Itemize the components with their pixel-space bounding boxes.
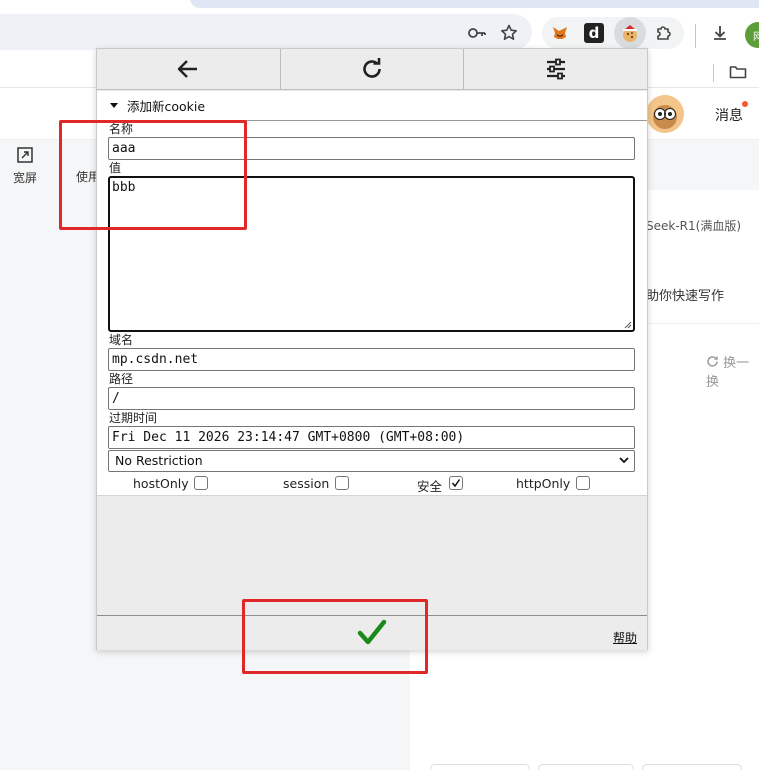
section-title: 添加新cookie xyxy=(127,99,206,114)
toolbar-divider xyxy=(695,24,696,48)
refresh-suggestions[interactable]: 换一换 xyxy=(706,352,759,390)
fullscreen-label: 宽屏 xyxy=(12,171,37,185)
annotation-box-name-value xyxy=(59,120,247,230)
help-link[interactable]: 帮助 xyxy=(613,629,637,646)
hostonly-checkbox[interactable] xyxy=(194,476,208,490)
cookie-editor-icon[interactable] xyxy=(614,17,646,49)
fullscreen-button[interactable]: 宽屏 xyxy=(12,146,38,186)
bookmark-star-icon[interactable] xyxy=(499,23,519,43)
chevron-down-icon xyxy=(619,457,629,464)
notification-dot xyxy=(742,101,748,107)
profile-avatar[interactable]: 网 xyxy=(745,22,759,48)
add-cookie-section-header[interactable]: 添加新cookie xyxy=(97,91,647,121)
extensions-puzzle-icon[interactable] xyxy=(652,21,676,45)
cookie-flags-row: hostOnly session 安全 httpOnly xyxy=(97,475,647,494)
popup-nav-bar xyxy=(97,49,647,90)
arrow-left-icon xyxy=(178,60,198,78)
refresh-small-icon xyxy=(707,356,718,367)
session-checkbox[interactable] xyxy=(335,476,349,490)
back-button[interactable] xyxy=(97,49,281,89)
bottom-chip[interactable] xyxy=(642,764,742,770)
side-divider xyxy=(646,323,759,324)
bookmarks-separator xyxy=(713,64,714,82)
collapse-triangle-icon xyxy=(110,103,118,108)
expand-icon xyxy=(17,147,33,163)
samesite-select[interactable]: No Restriction xyxy=(108,450,635,472)
messages-link[interactable]: 消息 xyxy=(715,105,743,125)
refresh-icon xyxy=(363,58,381,78)
d-extension-icon[interactable]: d xyxy=(584,23,604,43)
samesite-selected-value: No Restriction xyxy=(115,453,203,468)
side-panel-header xyxy=(646,140,759,190)
key-icon[interactable] xyxy=(467,23,487,43)
side-promo-subtitle[interactable]: 助你快速写作 xyxy=(646,285,724,304)
path-label: 路径 xyxy=(109,372,134,386)
hostonly-label: hostOnly xyxy=(133,476,189,491)
bottom-chip[interactable] xyxy=(538,764,634,770)
httponly-checkbox[interactable] xyxy=(576,476,590,490)
annotation-box-confirm xyxy=(242,599,428,674)
address-bar[interactable] xyxy=(0,14,532,50)
expiry-field[interactable]: Fri Dec 11 2026 23:14:47 GMT+0800 (GMT+0… xyxy=(108,426,635,449)
bottom-chip[interactable] xyxy=(430,764,530,770)
path-field[interactable]: / xyxy=(108,387,635,410)
reload-button[interactable] xyxy=(281,49,465,89)
domain-field[interactable]: mp.csdn.net xyxy=(108,348,635,371)
httponly-label: httpOnly xyxy=(516,476,571,491)
extensions-group: d xyxy=(542,17,684,49)
expiry-label: 过期时间 xyxy=(109,411,158,425)
metamask-fox-icon[interactable] xyxy=(548,21,572,45)
download-icon[interactable] xyxy=(710,23,730,43)
side-promo-title[interactable]: Seek-R1(满血版) xyxy=(646,217,741,234)
folder-icon[interactable] xyxy=(728,62,748,86)
sliders-icon xyxy=(546,58,565,80)
secure-checkbox[interactable] xyxy=(449,476,463,490)
domain-label: 域名 xyxy=(109,333,134,347)
user-avatar[interactable] xyxy=(646,95,684,133)
tab-strip xyxy=(190,0,759,8)
session-label: session xyxy=(283,476,330,491)
secure-label: 安全 xyxy=(417,479,443,494)
checkmark-icon xyxy=(451,479,461,488)
resize-grip-icon[interactable] xyxy=(624,321,632,329)
settings-button[interactable] xyxy=(464,49,647,89)
